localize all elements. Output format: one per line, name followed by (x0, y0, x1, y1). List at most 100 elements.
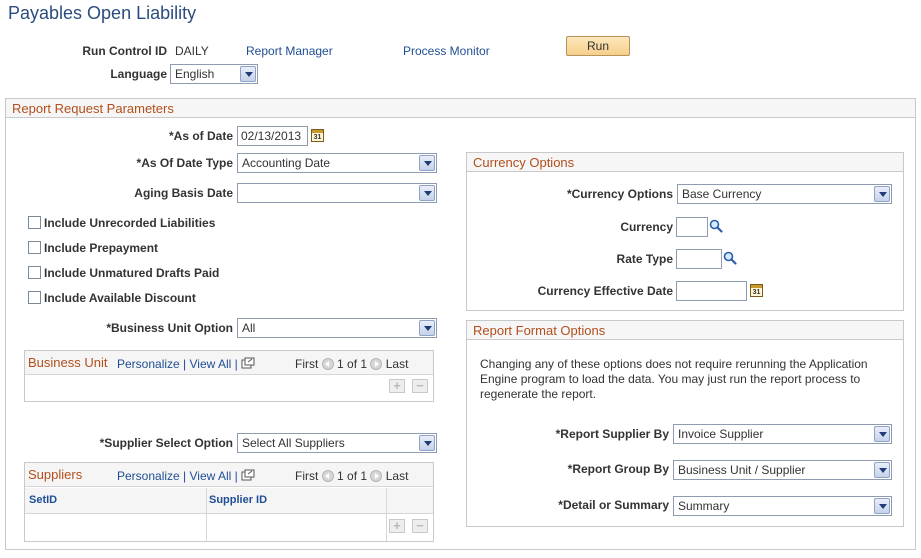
currency-options-select[interactable]: Base Currency (677, 184, 892, 204)
currency-effective-date-input[interactable] (676, 281, 747, 301)
include-prepayment-checkbox[interactable] (28, 241, 41, 254)
detail-or-summary-label: *Detail or Summary (558, 498, 669, 512)
currency-options-value: Base Currency (682, 187, 762, 201)
process-monitor-link[interactable]: Process Monitor (403, 44, 490, 58)
group-title: Report Format Options (473, 323, 606, 338)
chevron-down-icon (874, 426, 890, 442)
format-description: Changing any of these options does not r… (480, 357, 868, 401)
supplier-select-option-label: *Supplier Select Option (99, 436, 233, 450)
report-group-by-select[interactable]: Business Unit / Supplier (673, 460, 892, 480)
next-icon[interactable] (370, 470, 383, 482)
business-unit-option-value: All (242, 321, 256, 335)
language-label: Language (110, 67, 167, 81)
group-header: Report Request Parameters (6, 99, 915, 118)
as-of-date-label: *As of Date (168, 129, 233, 143)
column-header-supplier-id[interactable]: Supplier ID (209, 494, 267, 506)
group-header: Currency Options (467, 153, 903, 172)
currency-label: Currency (620, 220, 673, 234)
magnifier-icon[interactable] (723, 251, 737, 265)
calendar-icon[interactable]: 31 (750, 284, 763, 297)
view-all-link[interactable]: View All (190, 357, 232, 371)
detail-or-summary-select[interactable]: Summary (673, 496, 892, 516)
business-unit-option-select[interactable]: All (237, 318, 437, 338)
column-header-setid[interactable]: SetID (29, 494, 57, 506)
grid-toolbar: Personalize | View All | (117, 357, 255, 371)
as-of-date-value: 02/13/2013 (241, 129, 302, 143)
grid-header: Suppliers Personalize | View All | First… (25, 463, 433, 487)
report-supplier-by-label: *Report Supplier By (555, 427, 669, 441)
new-window-icon[interactable] (241, 469, 255, 481)
report-manager-link[interactable]: Report Manager (246, 44, 333, 58)
view-all-link[interactable]: View All (190, 469, 232, 483)
include-unmatured-drafts-paid-label: Include Unmatured Drafts Paid (44, 266, 220, 280)
include-available-discount-label: Include Available Discount (44, 291, 196, 305)
chevron-down-icon (419, 185, 435, 201)
last-label: Last (385, 357, 409, 371)
personalize-link[interactable]: Personalize (117, 357, 180, 371)
range-label: 1 of 1 (337, 469, 368, 483)
separator: | (234, 357, 238, 371)
personalize-link[interactable]: Personalize (117, 469, 180, 483)
previous-icon[interactable] (321, 470, 334, 482)
grid-header: Business Unit Personalize | View All | F… (25, 351, 433, 375)
rate-type-input[interactable] (676, 249, 722, 269)
next-icon[interactable] (370, 358, 383, 370)
column-divider (206, 488, 207, 541)
currency-options-label: *Currency Options (566, 187, 673, 201)
add-row-button[interactable]: + (389, 519, 405, 533)
column-divider (386, 488, 387, 541)
first-label: First (295, 469, 319, 483)
report-supplier-by-value: Invoice Supplier (678, 427, 764, 441)
report-group-by-value: Business Unit / Supplier (678, 463, 806, 477)
chevron-down-icon (874, 186, 890, 202)
group-title: Currency Options (473, 155, 575, 170)
add-row-button[interactable]: + (389, 379, 405, 393)
new-window-icon[interactable] (241, 357, 255, 369)
previous-icon[interactable] (321, 358, 334, 370)
grid-title: Suppliers (28, 467, 83, 482)
as-of-date-input[interactable]: 02/13/2013 (237, 126, 308, 146)
separator: | (234, 469, 238, 483)
run-button[interactable]: Run (566, 36, 630, 56)
include-unrecorded-liabilities-checkbox[interactable] (28, 216, 41, 229)
include-unrecorded-liabilities-label: Include Unrecorded Liabilities (44, 216, 216, 230)
language-select[interactable]: English (170, 64, 258, 84)
include-available-discount-checkbox[interactable] (28, 291, 41, 304)
chevron-down-icon (419, 155, 435, 171)
chevron-down-icon (240, 66, 256, 82)
run-control-label: Run Control ID (82, 44, 167, 58)
aging-basis-date-select[interactable] (237, 183, 437, 203)
calendar-icon[interactable]: 31 (311, 129, 324, 142)
as-of-date-type-label: *As Of Date Type (136, 156, 233, 170)
report-group-by-label: *Report Group By (567, 462, 669, 476)
separator: | (183, 469, 187, 483)
delete-row-button[interactable]: − (412, 379, 428, 393)
suppliers-grid: Suppliers Personalize | View All | First… (24, 462, 434, 542)
currency-input[interactable] (676, 217, 708, 237)
business-unit-grid: Business Unit Personalize | View All | F… (24, 350, 434, 402)
chevron-down-icon (874, 498, 890, 514)
as-of-date-type-select[interactable]: Accounting Date (237, 153, 437, 173)
include-prepayment-label: Include Prepayment (44, 241, 159, 255)
supplier-select-option-value: Select All Suppliers (242, 436, 345, 450)
business-unit-option-label: *Business Unit Option (106, 321, 233, 335)
grid-pager: First 1 of 1 Last (295, 469, 408, 483)
separator: | (183, 357, 187, 371)
language-value: English (175, 67, 215, 81)
page-title: Payables Open Liability (8, 3, 197, 23)
rate-type-label: Rate Type (616, 252, 673, 266)
delete-row-button[interactable]: − (412, 519, 428, 533)
supplier-select-option-select[interactable]: Select All Suppliers (237, 433, 437, 453)
magnifier-icon[interactable] (709, 219, 723, 233)
chevron-down-icon (419, 435, 435, 451)
include-unmatured-drafts-paid-checkbox[interactable] (28, 266, 41, 279)
aging-basis-date-label: Aging Basis Date (134, 186, 233, 200)
chevron-down-icon (874, 462, 890, 478)
detail-or-summary-value: Summary (678, 499, 730, 513)
report-supplier-by-select[interactable]: Invoice Supplier (673, 424, 892, 444)
grid-title: Business Unit (28, 355, 108, 370)
group-header: Report Format Options (467, 321, 903, 340)
currency-effective-date-label: Currency Effective Date (537, 284, 673, 298)
run-control-value: DAILY (175, 44, 209, 58)
grid-toolbar: Personalize | View All | (117, 469, 255, 483)
